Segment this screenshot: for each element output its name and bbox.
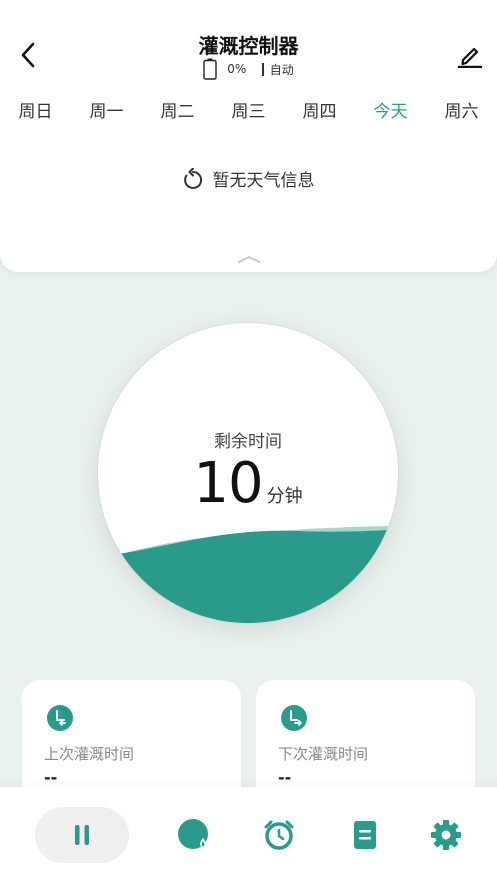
edit-button[interactable] <box>454 38 486 72</box>
last-irrigation-label: 上次灌溉时间 <box>44 745 135 763</box>
chevron-up-icon[interactable] <box>236 252 262 266</box>
battery-icon <box>203 58 217 80</box>
tab-wednesday[interactable]: 周三 <box>230 97 268 122</box>
refresh-icon <box>183 167 202 189</box>
schedule-button[interactable] <box>257 807 301 863</box>
header: 灌溉控制器 0% 自动 <box>0 0 497 84</box>
tab-thursday[interactable]: 周四 <box>301 97 339 122</box>
battery-level: 0% <box>227 62 247 76</box>
pause-button[interactable] <box>35 807 129 863</box>
dial-value-row: 10 分钟 <box>98 451 398 516</box>
device-status: 0% 自动 <box>0 58 497 80</box>
manual-water-button[interactable] <box>172 807 216 863</box>
settings-button[interactable] <box>424 807 468 863</box>
next-irrigation-label: 下次灌溉时间 <box>278 745 369 763</box>
weather-info[interactable]: 暂无天气信息 <box>0 166 497 191</box>
tab-tuesday[interactable]: 周二 <box>159 97 197 122</box>
tab-sunday[interactable]: 周日 <box>17 97 55 122</box>
next-irrigation-value: -- <box>278 768 292 787</box>
remaining-time-dial: 剩余时间 10 分钟 <box>98 323 398 623</box>
mode-label: 自动 <box>269 62 294 77</box>
remaining-minutes: 10 <box>193 451 263 516</box>
log-button[interactable] <box>343 807 387 863</box>
tab-today[interactable]: 今天 <box>372 97 410 122</box>
gear-icon <box>431 820 461 850</box>
day-tabs: 周日 周一 周二 周三 周四 今天 周六 <box>0 92 497 126</box>
dial-label: 剩余时间 <box>214 432 282 452</box>
clock-forward-icon <box>281 705 307 731</box>
status-divider <box>262 62 264 76</box>
top-panel: 灌溉控制器 0% 自动 周日 周一 周二 周三 周四 今天 周六 暂无天气信息 <box>0 0 497 272</box>
water-drop-icon <box>178 819 208 849</box>
document-icon <box>354 821 376 849</box>
last-irrigation-value: -- <box>44 768 58 787</box>
tab-saturday[interactable]: 周六 <box>443 97 481 122</box>
clock-back-icon <box>47 705 73 731</box>
weather-text: 暂无天气信息 <box>212 171 315 191</box>
alarm-clock-icon <box>264 820 294 850</box>
pencil-icon <box>457 47 483 68</box>
pause-icon <box>75 825 89 845</box>
bottom-nav <box>0 787 497 883</box>
remaining-unit: 分钟 <box>266 486 303 507</box>
tab-monday[interactable]: 周一 <box>88 97 126 122</box>
page-title: 灌溉控制器 <box>198 34 299 58</box>
